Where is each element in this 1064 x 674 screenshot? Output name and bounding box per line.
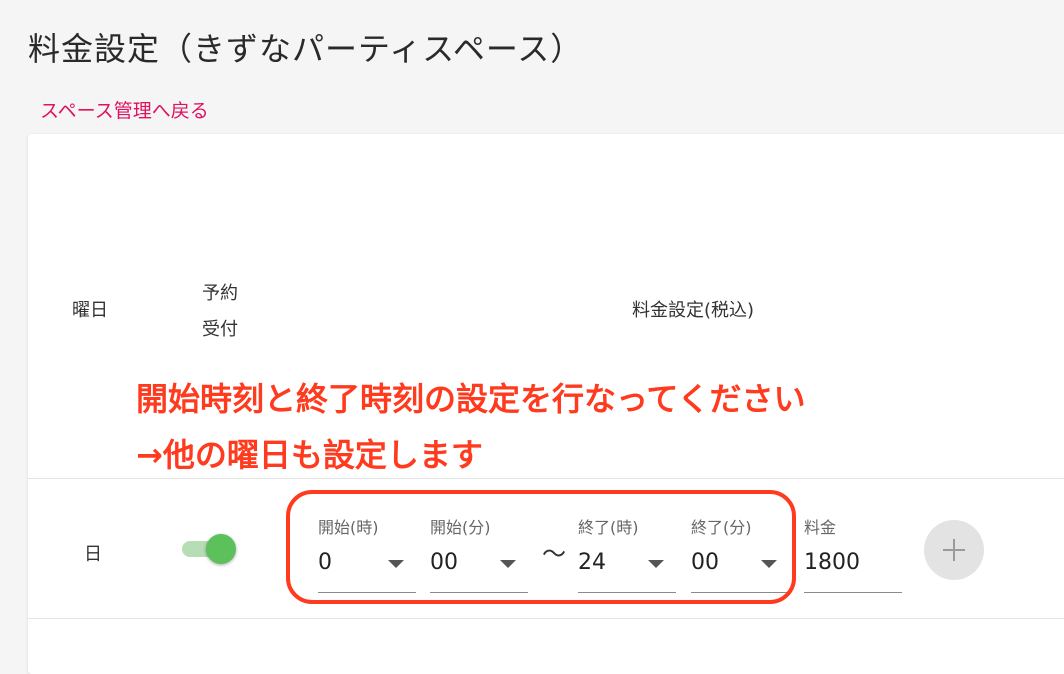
back-to-space-management-link[interactable]: スペース管理へ戻る: [40, 96, 209, 123]
price-input[interactable]: 料金 1800: [804, 514, 902, 594]
header-price: 料金設定(税込): [632, 300, 755, 321]
reserve-toggle[interactable]: [180, 534, 240, 564]
page-title: 料金設定（きずなパーティスペース）: [28, 30, 584, 68]
header-reserve: 予約受付: [202, 283, 238, 340]
underline: [804, 592, 902, 593]
annotation-line-2: →他の曜日も設定します: [136, 436, 483, 474]
header-day: 曜日: [72, 300, 108, 321]
price-label: 料金: [804, 518, 837, 537]
row-divider: [28, 478, 1064, 479]
toggle-thumb: [206, 534, 236, 564]
annotation-highlight-box: [286, 490, 796, 604]
plus-icon-stroke: [953, 539, 955, 561]
price-value: 1800: [804, 550, 860, 575]
row-divider: [28, 618, 1064, 619]
add-time-slot-button[interactable]: [924, 520, 984, 580]
day-label: 日: [84, 544, 102, 565]
annotation-line-1: 開始時刻と終了時刻の設定を行なってください: [136, 380, 806, 418]
